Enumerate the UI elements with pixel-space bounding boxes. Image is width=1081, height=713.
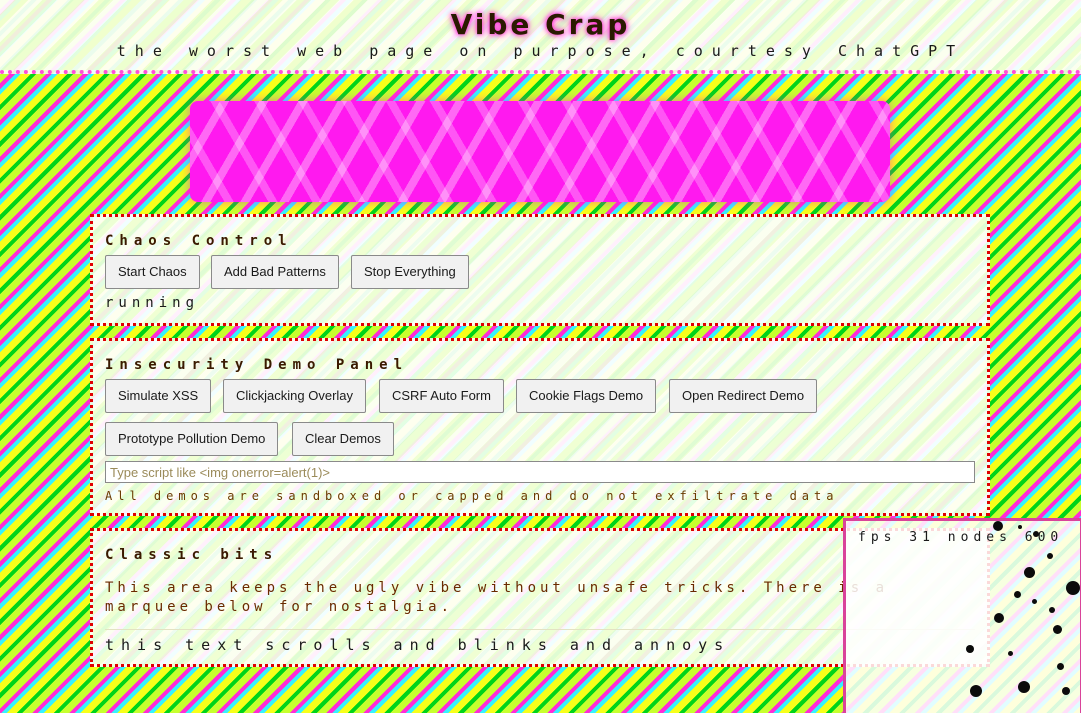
particle-dot bbox=[993, 521, 1003, 531]
page-header: Vibe Crap the worst web page on purpose,… bbox=[0, 0, 1081, 74]
clear-demos-button[interactable]: Clear Demos bbox=[292, 422, 394, 456]
particle-dot bbox=[1066, 581, 1080, 595]
page-subtitle: the worst web page on purpose, courtesy … bbox=[116, 42, 965, 60]
particle-dot bbox=[1014, 591, 1021, 598]
particle-dot bbox=[994, 613, 1004, 623]
start-chaos-button[interactable]: Start Chaos bbox=[105, 255, 200, 289]
sandbox-note: All demos are sandboxed or capped and do… bbox=[105, 489, 839, 503]
particle-dot bbox=[1033, 531, 1039, 537]
cookie-flags-demo-button[interactable]: Cookie Flags Demo bbox=[516, 379, 657, 413]
script-input[interactable] bbox=[105, 461, 975, 483]
insecurity-panel-title: Insecurity Demo Panel bbox=[105, 357, 409, 373]
classic-bits-title: Classic bits bbox=[105, 547, 279, 563]
particle-dot bbox=[1053, 625, 1062, 634]
clickjacking-overlay-button[interactable]: Clickjacking Overlay bbox=[223, 379, 367, 413]
particle-dot bbox=[1018, 525, 1022, 529]
particle-dot bbox=[1057, 663, 1064, 670]
particle-dot bbox=[1062, 687, 1070, 695]
open-redirect-demo-button[interactable]: Open Redirect Demo bbox=[669, 379, 818, 413]
particle-dot bbox=[1018, 681, 1030, 693]
fps-overlay: fps 31 nodes 600 bbox=[843, 518, 1081, 713]
chaos-status-text: running bbox=[105, 295, 200, 311]
add-bad-patterns-button[interactable]: Add Bad Patterns bbox=[211, 255, 339, 289]
particle-dot bbox=[1047, 553, 1053, 559]
chaos-control-title: Chaos Control bbox=[105, 233, 293, 249]
particle-dot bbox=[1049, 607, 1055, 613]
csrf-auto-form-button[interactable]: CSRF Auto Form bbox=[379, 379, 504, 413]
stop-everything-button[interactable]: Stop Everything bbox=[351, 255, 469, 289]
particle-dot bbox=[1008, 651, 1013, 656]
particle-dot bbox=[970, 685, 982, 697]
particle-dot bbox=[966, 645, 974, 653]
particle-dot bbox=[1024, 567, 1035, 578]
chaos-control-panel: Chaos Control Start Chaos Add Bad Patter… bbox=[90, 214, 990, 326]
prototype-pollution-demo-button[interactable]: Prototype Pollution Demo bbox=[105, 422, 279, 456]
particle-dot bbox=[1032, 599, 1037, 604]
insecurity-demo-panel: Insecurity Demo Panel Simulate XSS Click… bbox=[90, 338, 990, 516]
classic-bits-text: This area keeps the ugly vibe without un… bbox=[105, 580, 889, 615]
simulate-xss-button[interactable]: Simulate XSS bbox=[105, 379, 212, 413]
page-title: Vibe Crap bbox=[450, 8, 631, 41]
magenta-banner bbox=[190, 101, 890, 202]
